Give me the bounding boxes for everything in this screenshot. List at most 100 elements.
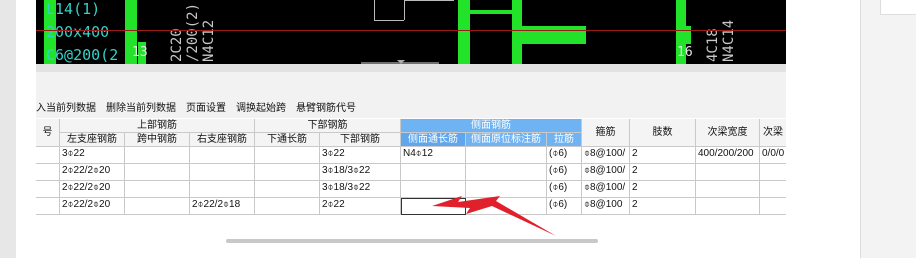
cell-bottom-bars[interactable]: 3⌽22: [320, 147, 401, 164]
col-header-secondary-beam-width: 次梁宽度: [696, 119, 760, 147]
cell-side-through[interactable]: [401, 181, 466, 198]
cell-mid-span[interactable]: [125, 181, 190, 198]
cell-bottom-through[interactable]: [255, 164, 320, 181]
cell-bottom-bars[interactable]: 3⌽18/3⌽22: [320, 181, 401, 198]
right-side-panel: [860, 0, 916, 258]
cell-stirrup[interactable]: ⌽8@100: [582, 198, 630, 215]
cell-right-support[interactable]: [190, 147, 255, 164]
cad-beam-line: [686, 26, 691, 44]
cell-legs[interactable]: 2: [630, 164, 696, 181]
right-panel-card: [880, 0, 916, 15]
cad-vertical-text: N4C12: [201, 19, 217, 62]
cad-text: L14(1): [46, 0, 101, 18]
table-toolbar: 入当前列数据 删除当前列数据 页面设置 调换起始跨 悬臂钢筋代号: [36, 99, 356, 114]
cell-stirrup[interactable]: ⌽8@100/: [582, 147, 630, 164]
row-index-cell[interactable]: [36, 181, 60, 198]
cell-tie[interactable]: (⌽6): [547, 198, 582, 215]
cell-side-original[interactable]: [466, 147, 547, 164]
splitter-bar[interactable]: [36, 64, 786, 72]
cell-right-support[interactable]: 2⌽22/2⌽18: [190, 198, 255, 215]
cad-vertical-text: 2C20: [169, 28, 185, 62]
horizontal-scrollbar[interactable]: [226, 239, 598, 243]
cell-mid-span[interactable]: [125, 198, 190, 215]
cad-line: [374, 20, 404, 21]
cell-side-original[interactable]: [466, 181, 547, 198]
cell-secondary-beam[interactable]: 0/0/0: [760, 147, 786, 164]
col-header-bottom-through: 下通长筋: [255, 133, 320, 147]
cad-beam-line: [458, 0, 470, 64]
insert-column-data-button[interactable]: 入当前列数据: [36, 99, 96, 114]
cell-legs[interactable]: 2: [630, 181, 696, 198]
cell-mid-span[interactable]: [125, 147, 190, 164]
cad-vertical-text: 4C18: [705, 28, 721, 62]
row-index-cell[interactable]: [36, 147, 60, 164]
app-window: L14(1) 200x400 C6@200(2 13 16 2C20 /200(…: [0, 0, 916, 258]
cell-secondary-beam-width[interactable]: 400/200/200: [696, 147, 760, 164]
cell-left-support[interactable]: 2⌽22/2⌽20: [60, 164, 125, 181]
cell-side-through-selected[interactable]: [401, 198, 466, 215]
cell-tie[interactable]: (⌽6): [547, 147, 582, 164]
rebar-input-table: 号 上部钢筋 下部钢筋 侧面钢筋 箍筋 肢数 次梁宽度 次梁 左支座钢筋 跨中钢…: [36, 119, 786, 215]
cad-beam-line: [470, 10, 518, 14]
col-group-side-bars: 侧面钢筋: [401, 119, 582, 133]
cell-side-through[interactable]: N4⌽12: [401, 147, 466, 164]
cad-beam-line: [522, 26, 586, 44]
cell-stirrup[interactable]: ⌽8@100/: [582, 164, 630, 181]
col-header-stirrup: 箍筋: [582, 119, 630, 147]
cell-left-support[interactable]: 2⌽22/2⌽20: [60, 181, 125, 198]
cell-tie[interactable]: (⌽6): [547, 164, 582, 181]
left-margin: [0, 0, 16, 258]
cell-bottom-bars[interactable]: 2⌽22: [320, 198, 401, 215]
cad-number: 13: [132, 45, 148, 60]
cad-text: C6@200(2: [46, 46, 119, 64]
cell-side-through[interactable]: [401, 164, 466, 181]
col-header-right-support: 右支座钢筋: [190, 133, 255, 147]
col-header-mid-span: 跨中钢筋: [125, 133, 190, 147]
col-header-tie: 拉筋: [547, 133, 582, 147]
cell-legs[interactable]: 2: [630, 198, 696, 215]
col-header-left-support: 左支座钢筋: [60, 133, 125, 147]
cell-secondary-beam[interactable]: [760, 164, 786, 181]
cell-side-original[interactable]: [466, 198, 547, 215]
cell-stirrup[interactable]: ⌽8@100/: [582, 181, 630, 198]
cell-left-support[interactable]: 2⌽22/2⌽20: [60, 198, 125, 215]
cad-line: [404, 0, 405, 20]
cell-tie[interactable]: (⌽6): [547, 181, 582, 198]
cell-bottom-bars[interactable]: 3⌽18/3⌽22: [320, 164, 401, 181]
cad-text: 200x400: [46, 23, 110, 41]
col-header-side-original: 侧面原位标注筋: [466, 133, 547, 147]
cell-secondary-beam-width[interactable]: [696, 164, 760, 181]
row-index-cell[interactable]: [36, 164, 60, 181]
col-header-bottom-bars: 下部钢筋: [320, 133, 401, 147]
col-header-index: 号: [36, 119, 60, 147]
cell-bottom-through[interactable]: [255, 198, 320, 215]
col-header-secondary-beam: 次梁: [760, 119, 786, 147]
cell-bottom-through[interactable]: [255, 181, 320, 198]
cantilever-code-button[interactable]: 悬臂钢筋代号: [296, 99, 356, 114]
cad-line: [404, 0, 454, 1]
cad-axis-line: [36, 30, 786, 31]
cad-line: [374, 0, 375, 20]
page-settings-button[interactable]: 页面设置: [186, 99, 226, 114]
cad-vertical-text: /200(2): [185, 2, 201, 62]
cell-secondary-beam-width[interactable]: [696, 181, 760, 198]
cell-mid-span[interactable]: [125, 164, 190, 181]
delete-column-data-button[interactable]: 删除当前列数据: [106, 99, 176, 114]
col-header-legs: 肢数: [630, 119, 696, 147]
cell-right-support[interactable]: [190, 164, 255, 181]
row-index-cell[interactable]: [36, 198, 60, 215]
cad-drawing-view[interactable]: L14(1) 200x400 C6@200(2 13 16 2C20 /200(…: [36, 0, 786, 64]
cell-side-original[interactable]: [466, 164, 547, 181]
cell-right-support[interactable]: [190, 181, 255, 198]
cad-vertical-text: N4C14: [721, 19, 737, 62]
cell-secondary-beam-width[interactable]: [696, 198, 760, 215]
cell-bottom-through[interactable]: [255, 147, 320, 164]
swap-start-span-button[interactable]: 调换起始跨: [236, 99, 286, 114]
cell-secondary-beam[interactable]: [760, 181, 786, 198]
col-group-bottom-bars: 下部钢筋: [255, 119, 401, 133]
cell-legs[interactable]: 2: [630, 147, 696, 164]
cell-left-support[interactable]: 3⌽22: [60, 147, 125, 164]
cell-secondary-beam[interactable]: [760, 198, 786, 215]
col-group-top-bars: 上部钢筋: [60, 119, 255, 133]
cad-number: 16: [677, 45, 693, 60]
